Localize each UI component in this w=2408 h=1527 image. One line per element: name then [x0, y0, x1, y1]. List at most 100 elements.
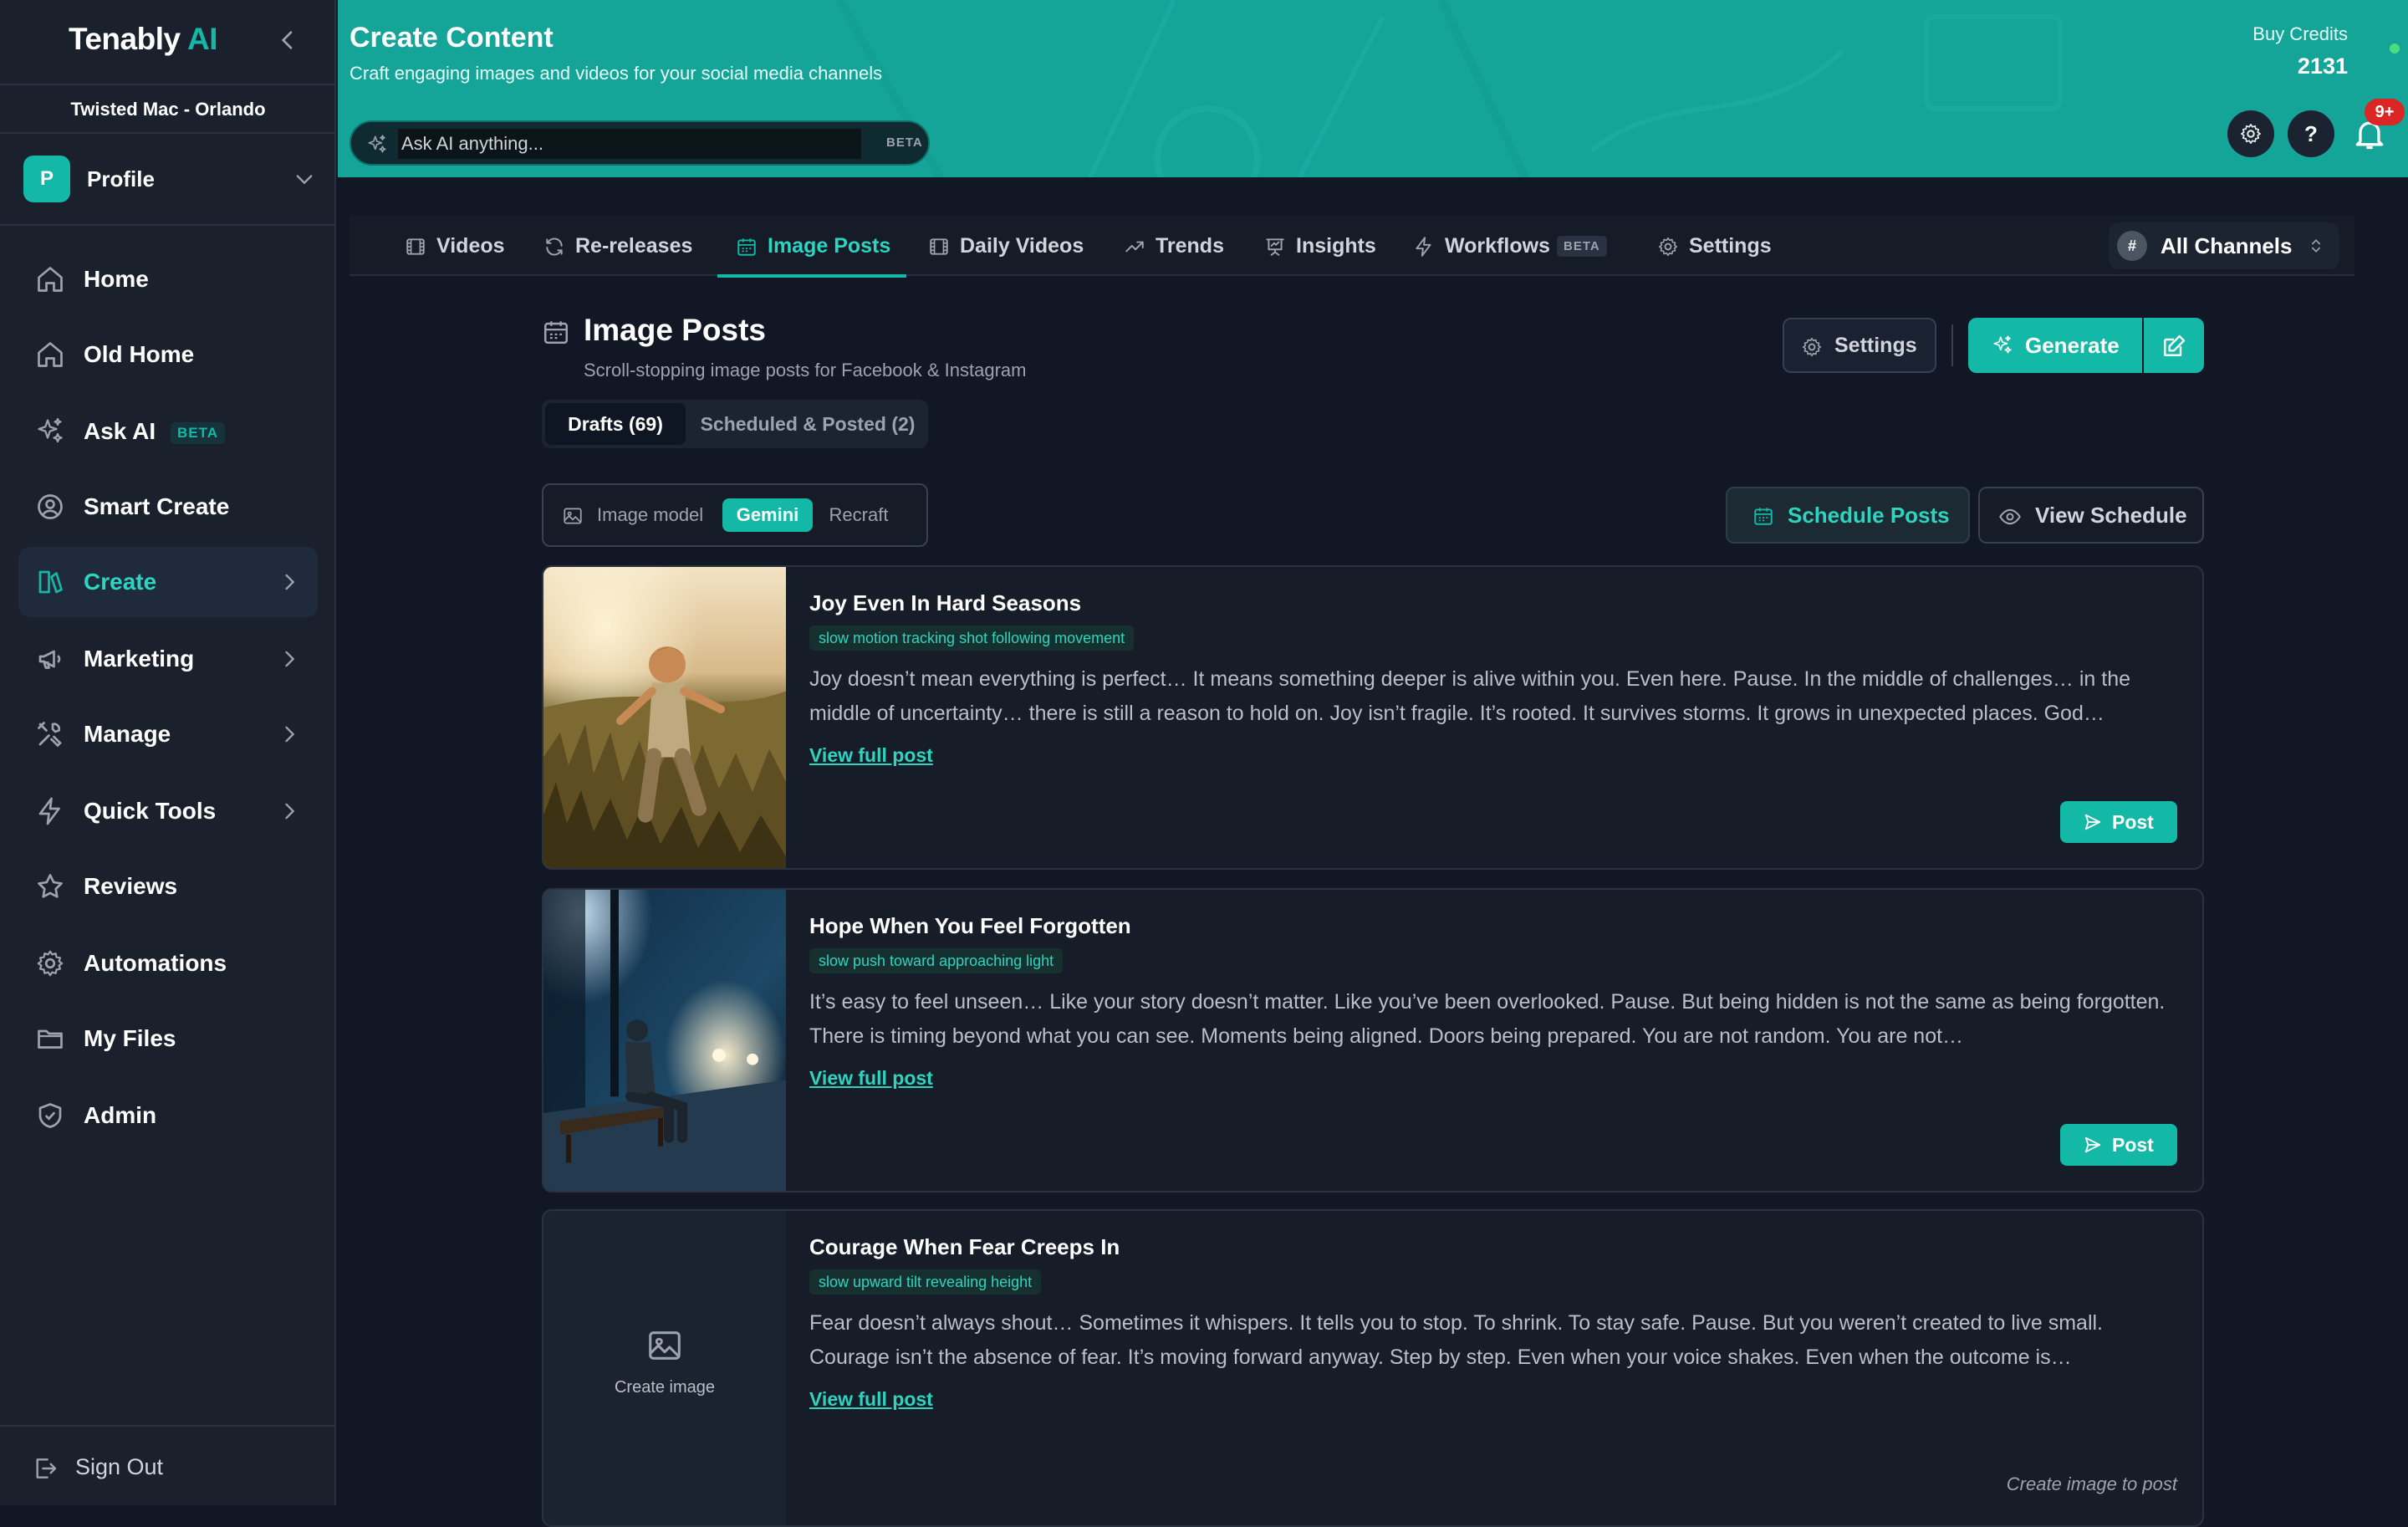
post-body: It’s easy to feel unseen… Like your stor…	[809, 990, 2166, 1048]
schedule-posts-button[interactable]: Schedule Posts	[1726, 487, 1970, 544]
model-option-recraft[interactable]: Recraft	[821, 498, 896, 532]
sign-out-button[interactable]: Sign Out	[0, 1425, 336, 1505]
organization-name: Twisted Mac - Orlando	[0, 84, 336, 134]
collapse-sidebar-button[interactable]	[274, 27, 301, 54]
help-button[interactable]: ?	[2288, 110, 2334, 157]
sparkles-icon	[366, 134, 388, 156]
logo-accent: AI	[187, 22, 218, 56]
lightning-icon	[1413, 236, 1435, 258]
chevron-updown-icon	[2308, 237, 2324, 254]
buy-credits[interactable]: Buy Credits 2131	[2252, 23, 2348, 79]
sidebar-item-marketing[interactable]: Marketing	[18, 624, 318, 694]
generate-button[interactable]: Generate	[1968, 318, 2142, 373]
sidebar-item-ask-ai[interactable]: Ask AI BETA	[18, 396, 318, 467]
compose-button[interactable]	[2144, 318, 2204, 373]
chevron-down-icon	[293, 167, 316, 191]
page-title: Create Content	[349, 22, 554, 54]
sidebar-item-old-home[interactable]: Old Home	[18, 319, 318, 390]
tab-scheduled-posted[interactable]: Scheduled & Posted (2)	[691, 403, 925, 445]
sidebar-item-create[interactable]: Create	[18, 547, 318, 617]
sidebar-item-automations[interactable]: Automations	[18, 928, 318, 998]
sidebar-item-reviews[interactable]: Reviews	[18, 851, 318, 922]
star-icon	[35, 871, 65, 901]
view-full-post-link[interactable]: View full post	[809, 1067, 933, 1090]
post-button[interactable]: Post	[2060, 1124, 2177, 1166]
sidebar-item-label: Quick Tools	[84, 798, 217, 824]
gear-icon	[1657, 236, 1679, 258]
image-model-label: Image model	[597, 504, 704, 525]
gear-icon	[1801, 336, 1823, 358]
sparkles-icon	[1992, 335, 2013, 356]
sidebar-item-smart-create[interactable]: Smart Create	[18, 472, 318, 542]
image-posts-settings-button[interactable]: Settings	[1783, 318, 1936, 373]
view-schedule-button[interactable]: View Schedule	[1978, 487, 2204, 544]
notification-count-badge: 9+	[2365, 99, 2405, 125]
calendar-icon	[542, 318, 570, 346]
online-status-dot	[2390, 43, 2400, 54]
view-full-post-link[interactable]: View full post	[809, 744, 933, 767]
sparkles-icon	[35, 416, 65, 447]
user-circle-icon	[35, 492, 65, 522]
create-icon	[35, 567, 65, 597]
ask-ai-input[interactable]	[398, 129, 861, 159]
sidebar-item-admin[interactable]: Admin	[18, 1080, 318, 1151]
channel-selector-label: All Channels	[2161, 233, 2293, 258]
content-tabs: Videos Re-releases Image Posts Daily Vid…	[349, 216, 2354, 278]
profile-selector[interactable]: P Profile	[23, 156, 316, 202]
schedule-posts-label: Schedule Posts	[1788, 503, 1950, 528]
ask-ai-bar[interactable]: BETA	[349, 120, 930, 166]
film-icon	[928, 236, 950, 258]
motion-tag: slow motion tracking shot following move…	[809, 626, 1135, 651]
post-title: Hope When You Feel Forgotten	[809, 913, 1131, 938]
tab-label: Videos	[436, 234, 505, 258]
chevron-right-icon	[278, 723, 301, 746]
app-logo[interactable]: Tenably AI	[69, 22, 218, 57]
sign-out-icon	[32, 1455, 59, 1482]
calendar-icon	[736, 236, 758, 258]
folder-icon	[35, 1024, 65, 1054]
post-button-label: Post	[2112, 1134, 2154, 1156]
chevron-left-icon	[274, 27, 301, 54]
sidebar: Tenably AI Twisted Mac - Orlando P Profi…	[0, 0, 336, 1505]
sidebar-item-label: Marketing	[84, 646, 195, 672]
tools-icon	[35, 719, 65, 749]
tab-drafts[interactable]: Drafts (69)	[545, 403, 686, 445]
post-image-child-in-field[interactable]	[543, 567, 786, 868]
post-body: Fear doesn’t always shout… Sometimes it …	[809, 1311, 2103, 1369]
create-image-label: Create image	[614, 1378, 716, 1397]
post-card: Hope When You Feel Forgotten slow push t…	[542, 888, 2204, 1192]
view-full-post-link[interactable]: View full post	[809, 1388, 933, 1411]
sidebar-item-my-files[interactable]: My Files	[18, 1004, 318, 1074]
gear-icon	[2239, 122, 2263, 146]
motion-tag: slow upward tilt revealing height	[809, 1269, 1042, 1295]
edit-icon	[2161, 333, 2187, 360]
sidebar-item-label: Admin	[84, 1102, 157, 1128]
post-image-man-at-station[interactable]	[543, 890, 786, 1191]
post-button[interactable]: Post	[2060, 801, 2177, 843]
view-schedule-label: View Schedule	[2035, 503, 2187, 528]
tab-label: Insights	[1296, 234, 1376, 258]
settings-button[interactable]	[2227, 110, 2274, 157]
tab-label: Daily Videos	[960, 234, 1084, 258]
model-option-gemini[interactable]: Gemini	[722, 498, 813, 532]
sidebar-item-manage[interactable]: Manage	[18, 699, 318, 769]
chevron-right-icon	[278, 570, 301, 594]
create-image-placeholder[interactable]: Create image	[543, 1211, 786, 1525]
logo-text: Tenably	[69, 22, 181, 56]
gear-icon	[35, 948, 65, 978]
sidebar-item-home[interactable]: Home	[18, 244, 318, 314]
profile-avatar: P	[23, 156, 70, 202]
post-button-label: Post	[2112, 811, 2154, 833]
image-model-selector: Image model Gemini Recraft	[542, 483, 928, 547]
sidebar-item-quick-tools[interactable]: Quick Tools	[18, 776, 318, 846]
buy-credits-label: Buy Credits	[2252, 23, 2348, 44]
send-icon	[2084, 1136, 2102, 1154]
settings-button-label: Settings	[1834, 334, 1917, 357]
tab-image-posts[interactable]: Image Posts	[717, 216, 906, 278]
tab-label: Re-releases	[575, 234, 693, 258]
channel-selector[interactable]: # All Channels	[2109, 222, 2339, 269]
tab-label: Image Posts	[768, 234, 891, 258]
shield-icon	[35, 1101, 65, 1131]
tab-label: Workflows	[1445, 234, 1550, 258]
sign-out-label: Sign Out	[75, 1454, 164, 1479]
